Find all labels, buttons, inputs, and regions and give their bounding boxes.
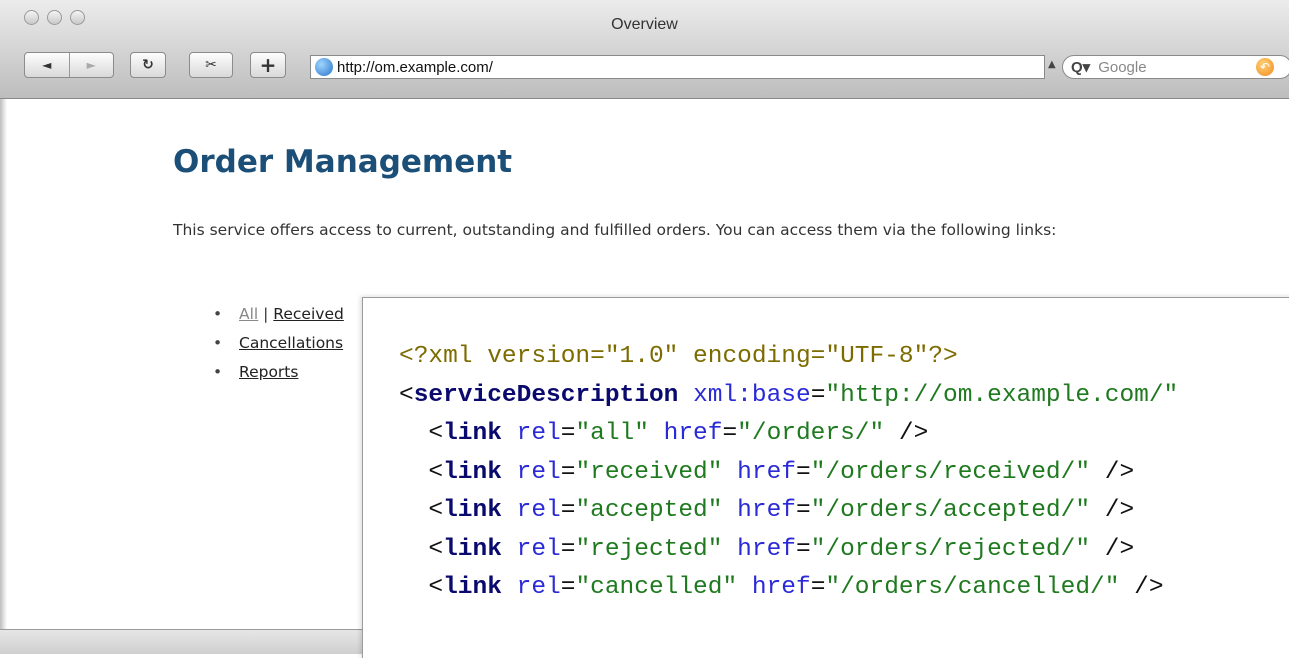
xml-link-tag: link <box>443 535 502 563</box>
search-field[interactable]: Q▾ Google <box>1062 55 1289 79</box>
status-bar <box>0 629 362 654</box>
reload-button[interactable]: ↻ <box>130 52 166 78</box>
xml-href-value: "/orders/received/" <box>810 458 1091 486</box>
add-bookmark-button[interactable]: + <box>250 52 286 78</box>
link-reports[interactable]: Reports <box>239 363 298 381</box>
xml-href-value: "/orders/" <box>737 420 885 447</box>
xml-rel-value: "accepted" <box>575 497 723 524</box>
link-all[interactable]: All <box>239 305 258 323</box>
back-forward-buttons: ◄ ► <box>24 52 114 78</box>
xml-code: <?xml version="1.0" encoding="UTF-8"?> <… <box>399 343 1179 601</box>
xml-close: /> <box>884 420 929 447</box>
address-caret-icon[interactable]: ▲ <box>1048 59 1056 70</box>
browser-toolbar: ◄ ► ↻ ✂ + http://om.example.com/ ▲ Q▾ Go… <box>0 46 1289 99</box>
link-separator: | <box>258 305 274 323</box>
link-received[interactable]: Received <box>273 305 344 323</box>
link-list: All | Received Cancellations Reports <box>213 300 344 387</box>
xml-link-tag: link <box>443 574 502 601</box>
snapback-icon[interactable]: ↶ <box>1256 58 1274 76</box>
link-cancellations[interactable]: Cancellations <box>239 334 343 352</box>
window-titlebar: Overview <box>0 0 1289 46</box>
list-item: Reports <box>213 358 344 387</box>
page-title: Order Management <box>173 144 513 180</box>
xml-close: /> <box>1090 535 1135 563</box>
address-bar[interactable]: http://om.example.com/ <box>310 55 1045 79</box>
xml-document-panel: <?xml version="1.0" encoding="UTF-8"?> <… <box>362 297 1289 658</box>
back-button[interactable]: ◄ <box>25 53 69 77</box>
xml-close: /> <box>1090 497 1135 524</box>
xml-link-tag: link <box>443 420 502 447</box>
xml-close: /> <box>1119 574 1164 601</box>
xml-link-tag: link <box>443 458 502 486</box>
window-edge <box>0 99 7 653</box>
xml-root-attr: xml:base <box>693 381 811 409</box>
xml-rel-value: "all" <box>575 420 649 447</box>
xml-href-value: "/orders/cancelled/" <box>825 574 1120 601</box>
xml-rel-value: "rejected" <box>575 535 723 563</box>
xml-root-tag: serviceDescription <box>413 381 679 409</box>
xml-declaration: <?xml version="1.0" encoding="UTF-8"?> <box>399 343 958 370</box>
list-item: Cancellations <box>213 329 344 358</box>
snip-button[interactable]: ✂ <box>189 52 233 78</box>
list-item: All | Received <box>213 300 344 329</box>
forward-button[interactable]: ► <box>68 53 114 77</box>
search-icon[interactable]: Q▾ <box>1071 58 1090 76</box>
xml-href-value: "/orders/accepted/" <box>810 497 1091 524</box>
xml-close: /> <box>1090 458 1135 486</box>
xml-rel-value: "received" <box>575 458 723 486</box>
window-title: Overview <box>611 16 678 33</box>
xml-href-value: "/orders/rejected/" <box>810 535 1091 563</box>
xml-rel-value: "cancelled" <box>575 574 738 601</box>
xml-link-tag: link <box>443 497 502 524</box>
search-placeholder: Google <box>1098 58 1147 76</box>
globe-icon <box>315 58 333 76</box>
address-text: http://om.example.com/ <box>337 58 493 76</box>
xml-root-value: "http://om.example.com/" <box>825 381 1179 409</box>
page-intro: This service offers access to current, o… <box>173 221 1057 239</box>
